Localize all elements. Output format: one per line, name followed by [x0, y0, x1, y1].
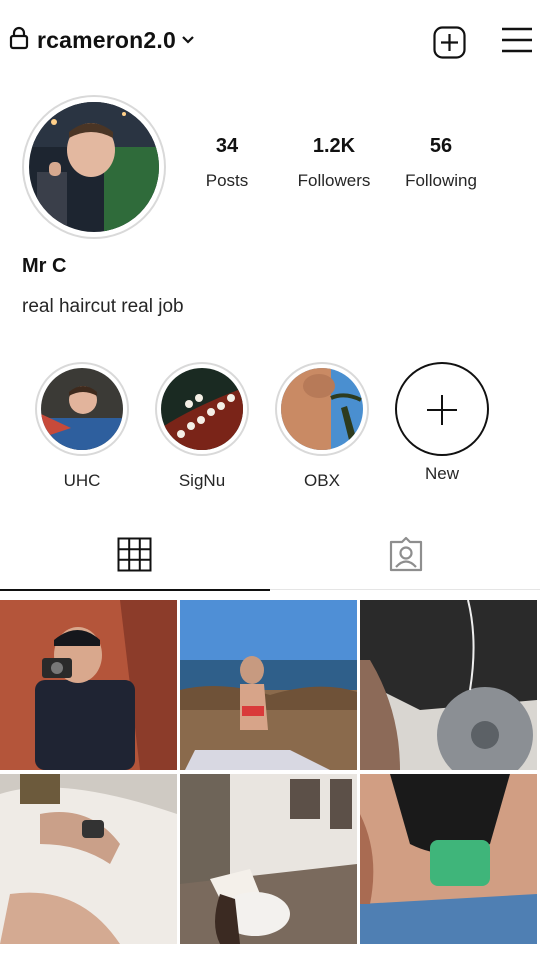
profile-tabs	[0, 520, 540, 592]
following-label: Following	[405, 171, 477, 190]
followers-count: 1.2K	[312, 135, 356, 157]
username[interactable]: rcameron2.0	[37, 27, 176, 54]
menu-icon[interactable]	[502, 27, 532, 53]
top-bar: rcameron2.0	[0, 0, 540, 82]
highlight-image	[161, 368, 243, 450]
highlight-uhc[interactable]: UHC	[34, 362, 130, 491]
stat-posts[interactable]: 34 Posts	[172, 133, 282, 192]
avatar-photo	[29, 102, 159, 232]
new-highlight-button[interactable]	[395, 362, 489, 456]
stat-followers[interactable]: 1.2K Followers	[279, 133, 389, 192]
tagged-user-icon	[389, 536, 423, 572]
followers-label: Followers	[297, 171, 371, 190]
add-post-icon[interactable]	[433, 26, 466, 59]
grid-icon	[117, 537, 152, 572]
post-thumbnail[interactable]	[0, 600, 177, 770]
posts-count: 34	[215, 135, 239, 157]
highlight-label: UHC	[63, 471, 101, 490]
highlight-new[interactable]: New	[394, 362, 490, 484]
highlight-label: SigNu	[178, 471, 226, 490]
tab-grid[interactable]	[0, 520, 270, 591]
highlight-signu[interactable]: SigNu	[154, 362, 250, 491]
highlight-ring	[155, 362, 249, 456]
post-thumbnail[interactable]	[180, 774, 357, 944]
post-thumbnail[interactable]	[0, 774, 177, 944]
post-thumbnail[interactable]	[180, 600, 357, 770]
stat-following[interactable]: 56 Following	[386, 133, 496, 192]
display-name: Mr C	[22, 255, 67, 277]
bio-text: real haircut real job	[22, 296, 184, 317]
highlight-label: OBX	[304, 471, 340, 490]
highlight-obx[interactable]: OBX	[274, 362, 370, 491]
highlight-image	[281, 368, 363, 450]
lock-icon	[9, 26, 29, 50]
plus-icon-vertical	[441, 395, 443, 425]
post-thumbnail[interactable]	[360, 600, 537, 770]
post-thumbnail[interactable]	[360, 774, 537, 944]
highlight-label: New	[424, 464, 459, 483]
highlight-ring	[35, 362, 129, 456]
chevron-down-icon[interactable]	[181, 33, 195, 47]
posts-label: Posts	[205, 171, 249, 190]
following-count: 56	[429, 135, 453, 157]
tab-tagged[interactable]	[270, 520, 540, 590]
highlight-image	[41, 368, 123, 450]
posts-grid	[0, 600, 540, 950]
profile-avatar[interactable]	[22, 95, 166, 239]
highlight-ring	[275, 362, 369, 456]
